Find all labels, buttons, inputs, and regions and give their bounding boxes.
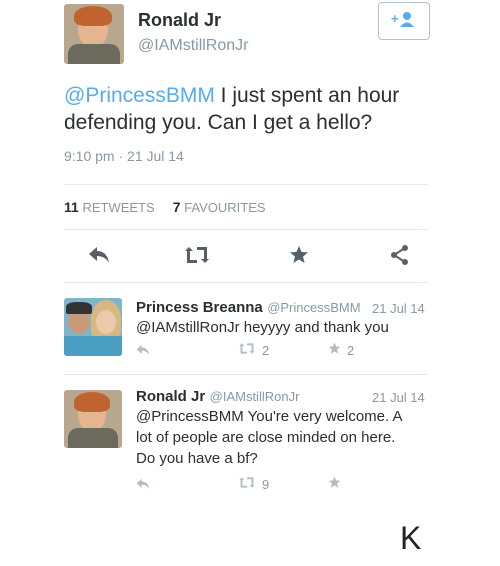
retweet-icon bbox=[238, 342, 256, 358]
reply-header: Ronald Jr @IAMstillRonJr bbox=[136, 388, 299, 406]
author-handle[interactable]: @IAMstillRonJr bbox=[138, 37, 248, 55]
favourite-count: 2 bbox=[347, 342, 355, 358]
reply-time[interactable]: 21 Jul 14 bbox=[372, 301, 425, 316]
tweet-card: Ronald Jr @IAMstillRonJr + @PrincessBMM … bbox=[0, 0, 500, 497]
retweet-button[interactable] bbox=[180, 244, 214, 270]
follow-button[interactable]: + bbox=[378, 2, 430, 40]
retweet-icon bbox=[183, 245, 211, 270]
star-icon bbox=[328, 476, 341, 492]
reply-header: Princess Breanna @PrincessBMM bbox=[136, 299, 361, 317]
retweet-count[interactable]: 11 bbox=[64, 199, 79, 215]
reply-icon bbox=[136, 344, 150, 359]
favourite-button[interactable] bbox=[284, 244, 314, 270]
retweet-count: 9 bbox=[262, 476, 270, 492]
retweet-button[interactable]: 9 bbox=[238, 476, 269, 492]
reply-author-name[interactable]: Ronald Jr bbox=[136, 388, 205, 405]
divider bbox=[64, 184, 428, 185]
retweet-label[interactable]: RETWEETS bbox=[82, 200, 154, 215]
avatar[interactable] bbox=[64, 390, 122, 448]
follow-plus-person-icon: + bbox=[391, 10, 417, 33]
favourite-count[interactable]: 7 bbox=[173, 199, 181, 215]
reply-author-handle[interactable]: @IAMstillRonJr bbox=[210, 389, 300, 404]
reply-author-handle[interactable]: @PrincessBMM bbox=[267, 300, 360, 315]
caption-text: K bbox=[400, 520, 422, 556]
retweet-icon bbox=[238, 476, 256, 492]
divider bbox=[64, 374, 428, 375]
tweet-text: @PrincessBMM I just spent an hour defend… bbox=[64, 82, 424, 136]
star-icon bbox=[328, 342, 341, 358]
reply-button[interactable] bbox=[84, 244, 114, 270]
reply-button[interactable] bbox=[136, 478, 150, 493]
share-button[interactable] bbox=[386, 244, 414, 270]
divider bbox=[64, 229, 428, 230]
reply-text: @IAMstillRonJr heyyyy and thank you bbox=[136, 319, 389, 336]
reply-button[interactable] bbox=[136, 344, 150, 359]
reply-text-line: @PrincessBMM You're very welcome. A bbox=[136, 408, 403, 425]
divider bbox=[64, 282, 428, 283]
reply-time[interactable]: 21 Jul 14 bbox=[372, 390, 425, 405]
tweet-timestamp[interactable]: 9:10 pm · 21 Jul 14 bbox=[64, 148, 184, 164]
reply-icon bbox=[136, 478, 150, 493]
tweet-stats: 11 RETWEETS 7 FAVOURITES bbox=[64, 199, 266, 215]
reply-author-name[interactable]: Princess Breanna bbox=[136, 299, 263, 316]
author-name[interactable]: Ronald Jr bbox=[138, 10, 221, 31]
reply-text-line: Do you have a bf? bbox=[136, 450, 258, 467]
retweet-count: 2 bbox=[262, 342, 270, 358]
star-icon bbox=[289, 245, 309, 270]
favourite-button[interactable]: 2 bbox=[328, 342, 354, 358]
favourite-label[interactable]: FAVOURITES bbox=[184, 200, 265, 215]
reply-icon bbox=[88, 246, 110, 269]
reply-text-line: lot of people are close minded on here. bbox=[136, 429, 396, 446]
favourite-button[interactable] bbox=[328, 476, 341, 492]
avatar[interactable] bbox=[64, 4, 124, 64]
svg-text:+: + bbox=[391, 11, 399, 26]
avatar[interactable] bbox=[64, 298, 122, 356]
share-icon bbox=[390, 244, 410, 271]
retweet-button[interactable]: 2 bbox=[238, 342, 269, 358]
mention-link[interactable]: @PrincessBMM bbox=[64, 84, 215, 107]
